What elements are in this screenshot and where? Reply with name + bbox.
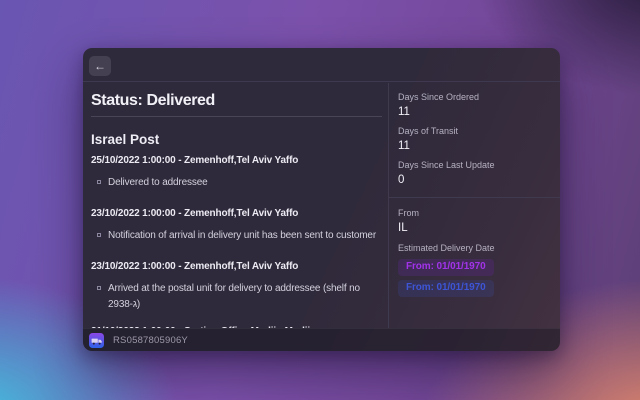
tracking-history-scroll-area[interactable]: Status: Delivered Israel Post 25/10/2022… [83, 83, 388, 328]
tracking-number: RS0587805906Y [113, 335, 188, 346]
from-label: From [398, 207, 550, 219]
back-button[interactable]: ← [89, 56, 111, 76]
event-heading: 23/10/2022 1:00:00 - Zemenhoff,Tel Aviv … [91, 207, 382, 221]
back-arrow-icon: ← [94, 59, 106, 73]
delivery-date-badge-purple: From: 01/01/1970 [398, 259, 494, 276]
stat-value: 11 [398, 139, 550, 154]
delivery-date-badge-blue: From: 01/01/1970 [398, 280, 494, 297]
event-heading: 25/10/2022 1:00:00 - Zemenhoff,Tel Aviv … [91, 154, 382, 168]
event-description-text: Arrived at the postal unit for delivery … [108, 281, 382, 313]
carrier-name: Israel Post [91, 132, 382, 148]
title-divider [91, 116, 382, 117]
from-value: IL [398, 221, 550, 236]
window-titlebar: ← [83, 48, 560, 82]
sidebar-divider [389, 197, 560, 198]
status-title: Status: Delivered [91, 91, 382, 110]
estimated-delivery-label: Estimated Delivery Date [398, 242, 550, 254]
bullet-square-icon [97, 180, 101, 184]
bullet-square-icon [97, 233, 101, 237]
tracking-footer-bar: RS0587805906Y [83, 328, 560, 351]
tracking-event: 23/10/2022 1:00:00 - Zemenhoff,Tel Aviv … [91, 260, 382, 313]
event-description: Notification of arrival in delivery unit… [91, 228, 382, 244]
event-description: Delivered to addressee [91, 175, 382, 191]
event-description-text: Notification of arrival in delivery unit… [108, 228, 376, 244]
tracking-event: 23/10/2022 1:00:00 - Zemenhoff,Tel Aviv … [91, 207, 382, 244]
parcel-app-icon [89, 333, 104, 348]
event-heading: 23/10/2022 1:00:00 - Zemenhoff,Tel Aviv … [91, 260, 382, 274]
stat-label: Days Since Last Update [398, 159, 550, 171]
stat-label: Days Since Ordered [398, 91, 550, 103]
stat-value: 0 [398, 173, 550, 188]
event-description-text: Delivered to addressee [108, 175, 208, 191]
estimated-delivery-badges: From: 01/01/1970 From: 01/01/1970 [398, 254, 550, 297]
desktop-background: ← Status: Delivered Israel Post 25/10/20… [0, 0, 640, 400]
details-panel: Days Since Ordered 11 Days of Transit 11… [389, 83, 560, 328]
event-description: Arrived at the postal unit for delivery … [91, 281, 382, 313]
stat-label: Days of Transit [398, 125, 550, 137]
window-body: Status: Delivered Israel Post 25/10/2022… [83, 83, 560, 328]
bullet-square-icon [97, 286, 101, 290]
tracking-event: 25/10/2022 1:00:00 - Zemenhoff,Tel Aviv … [91, 154, 382, 191]
tracking-window: ← Status: Delivered Israel Post 25/10/20… [83, 48, 560, 351]
stat-value: 11 [398, 105, 550, 120]
